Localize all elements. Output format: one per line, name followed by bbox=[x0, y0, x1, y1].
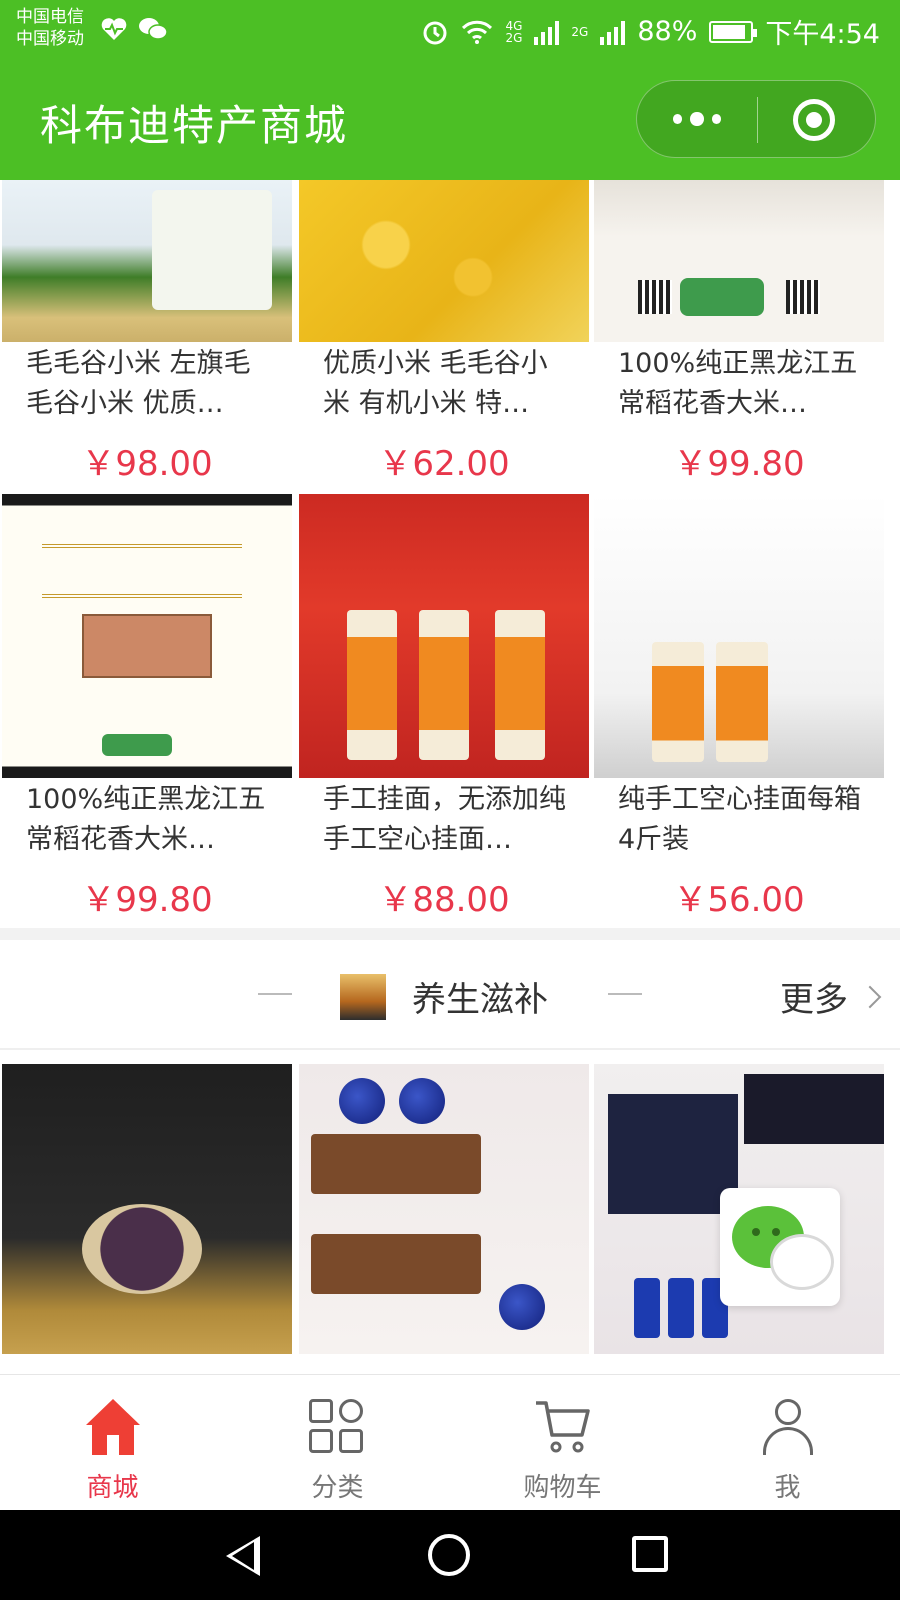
more-label[interactable]: 更多 bbox=[780, 972, 848, 1021]
product-image[interactable] bbox=[2, 494, 292, 778]
product-price: ￥88.00 bbox=[378, 880, 510, 920]
title-dash-right bbox=[608, 993, 642, 995]
carrier-info: 中国电信 中国移动 bbox=[16, 6, 84, 50]
tab-profile[interactable]: 我 bbox=[675, 1375, 900, 1511]
wechat-icon bbox=[139, 18, 168, 40]
signal-icon-2 bbox=[600, 19, 626, 45]
miniprogram-capsule bbox=[636, 80, 876, 158]
status-bar: 中国电信 中国移动 4G 2G 2G 88% 下午4:54 bbox=[0, 0, 900, 62]
product-image[interactable] bbox=[594, 494, 884, 778]
more-link[interactable]: 更多 bbox=[780, 972, 882, 1021]
recent-apps-icon[interactable] bbox=[632, 1536, 668, 1572]
section-header: 养生滋补 更多 bbox=[0, 940, 900, 1050]
title-dash-left bbox=[258, 993, 292, 995]
system-nav-bar bbox=[0, 1510, 900, 1600]
product-price: ￥56.00 bbox=[673, 880, 805, 920]
signal-icon bbox=[534, 19, 560, 45]
product-price: ￥99.80 bbox=[673, 444, 805, 484]
battery-percent: 88% bbox=[637, 16, 698, 47]
product-image[interactable] bbox=[2, 180, 292, 342]
status-time: 下午4:54 bbox=[765, 19, 880, 50]
profile-icon bbox=[759, 1399, 817, 1455]
product-image[interactable] bbox=[594, 180, 884, 342]
product-name[interactable]: 毛毛谷小米 左旗毛毛谷小米 优质… bbox=[26, 344, 276, 424]
tab-label[interactable]: 商城 bbox=[0, 1467, 225, 1504]
wechat-contact-button[interactable] bbox=[720, 1188, 840, 1306]
home-circle-icon[interactable] bbox=[428, 1534, 470, 1576]
product-name[interactable]: 纯手工空心挂面每箱4斤装 bbox=[618, 780, 868, 860]
tab-cart[interactable]: 购物车 bbox=[450, 1375, 675, 1511]
capsule-divider bbox=[757, 97, 758, 143]
cart-icon bbox=[534, 1399, 592, 1455]
product-name[interactable]: 100%纯正黑龙江五常稻花香大米… bbox=[618, 344, 868, 424]
tab-label[interactable]: 我 bbox=[675, 1467, 900, 1504]
tab-label[interactable]: 购物车 bbox=[450, 1467, 675, 1504]
carrier-1: 中国电信 bbox=[16, 7, 84, 27]
status-right: 4G 2G 2G 88% 下午4:54 bbox=[421, 12, 880, 51]
section-thumbnail bbox=[340, 974, 386, 1020]
category-icon bbox=[309, 1399, 367, 1455]
product-image[interactable] bbox=[299, 1064, 589, 1354]
network-type-2: 2G bbox=[571, 24, 589, 39]
close-target-icon[interactable] bbox=[793, 99, 835, 141]
wifi-icon bbox=[462, 20, 493, 44]
section-divider bbox=[0, 928, 900, 940]
more-dots-icon[interactable] bbox=[673, 107, 721, 131]
status-left-icons bbox=[100, 16, 168, 42]
page-title: 科布迪特产商城 bbox=[40, 101, 349, 150]
chevron-right-icon bbox=[858, 985, 882, 1008]
wechat-bubble-secondary-icon bbox=[770, 1234, 834, 1290]
tab-home[interactable]: 商城 bbox=[0, 1375, 225, 1511]
product-name[interactable]: 优质小米 毛毛谷小米 有机小米 特… bbox=[323, 344, 573, 424]
alarm-icon bbox=[423, 21, 447, 44]
product-name[interactable]: 手工挂面，无添加纯手工空心挂面… bbox=[323, 780, 573, 860]
battery-icon bbox=[709, 20, 758, 43]
product-image[interactable] bbox=[299, 180, 589, 342]
product-image[interactable] bbox=[299, 494, 589, 778]
section-title: 养生滋补 bbox=[412, 980, 548, 1020]
heart-rate-icon bbox=[101, 18, 127, 40]
tab-label[interactable]: 分类 bbox=[225, 1467, 450, 1504]
home-icon bbox=[84, 1399, 142, 1455]
network-type-1: 4G 2G bbox=[505, 18, 523, 45]
product-price: ￥99.80 bbox=[81, 880, 213, 920]
product-price: ￥62.00 bbox=[378, 444, 510, 484]
title-bar: 科布迪特产商城 bbox=[0, 62, 900, 180]
carrier-2: 中国移动 bbox=[16, 29, 84, 49]
product-image[interactable] bbox=[2, 1064, 292, 1354]
product-name[interactable]: 100%纯正黑龙江五常稻花香大米… bbox=[26, 780, 276, 860]
tab-category[interactable]: 分类 bbox=[225, 1375, 450, 1511]
product-price: ￥98.00 bbox=[81, 444, 213, 484]
back-icon[interactable] bbox=[226, 1536, 260, 1576]
bottom-tab-bar: 商城 分类 购物车 我 bbox=[0, 1374, 900, 1510]
